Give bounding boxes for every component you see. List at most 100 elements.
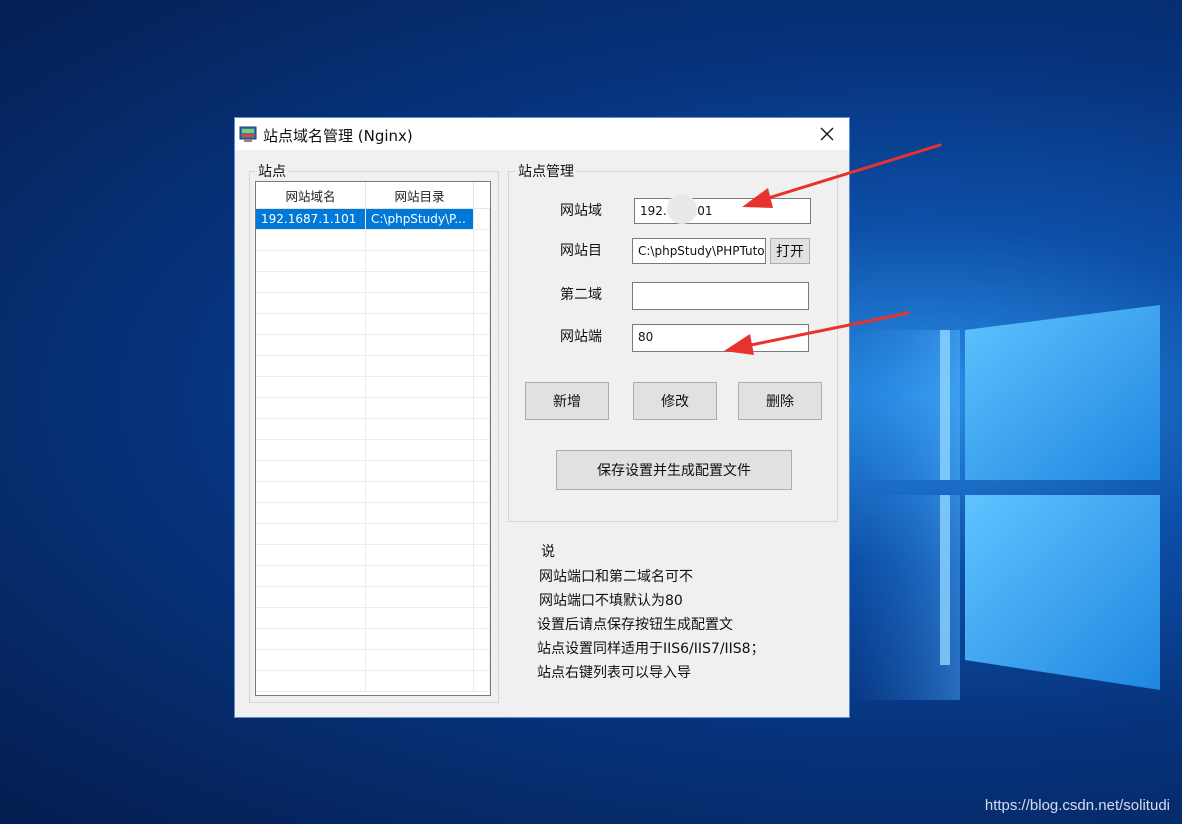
empty-cell bbox=[366, 335, 474, 355]
delete-button[interactable]: 删除 bbox=[738, 382, 822, 420]
domain-input[interactable]: 192.1 1.101 bbox=[634, 198, 811, 224]
empty-cell bbox=[474, 377, 490, 397]
note-line: 设置后请点保存按钮生成配置文 bbox=[537, 617, 733, 633]
watermark: https://blog.csdn.net/solitudi bbox=[984, 797, 1170, 814]
empty-cell bbox=[256, 587, 366, 607]
empty-table-row bbox=[256, 671, 490, 692]
empty-cell bbox=[366, 272, 474, 292]
empty-cell bbox=[256, 566, 366, 586]
empty-cell bbox=[474, 503, 490, 523]
empty-cell bbox=[474, 293, 490, 313]
empty-cell bbox=[474, 566, 490, 586]
empty-cell bbox=[256, 398, 366, 418]
empty-table-row bbox=[256, 419, 490, 440]
empty-cell bbox=[474, 545, 490, 565]
row-dir: C:\phpStudy\P... bbox=[366, 209, 474, 229]
sites-list[interactable]: 网站域名 网站目录 192.1687.1.101 C:\phpStudy\P..… bbox=[255, 181, 491, 696]
column-header-domain[interactable]: 网站域名 bbox=[256, 182, 366, 208]
empty-cell bbox=[256, 314, 366, 334]
empty-cell bbox=[366, 545, 474, 565]
redaction-blur bbox=[667, 194, 697, 224]
empty-cell bbox=[256, 335, 366, 355]
empty-cell bbox=[366, 419, 474, 439]
empty-table-row bbox=[256, 356, 490, 377]
empty-cell bbox=[256, 503, 366, 523]
empty-cell bbox=[474, 671, 490, 691]
empty-cell bbox=[474, 398, 490, 418]
empty-cell bbox=[474, 230, 490, 250]
table-row[interactable]: 192.1687.1.101 C:\phpStudy\P... bbox=[256, 209, 490, 230]
empty-cell bbox=[256, 419, 366, 439]
dir-input[interactable]: C:\phpStudy\PHPTutor bbox=[632, 238, 766, 264]
empty-cell bbox=[366, 293, 474, 313]
empty-table-row bbox=[256, 629, 490, 650]
open-button[interactable]: 打开 bbox=[770, 238, 810, 264]
empty-cell bbox=[256, 251, 366, 271]
save-generate-button[interactable]: 保存设置并生成配置文件 bbox=[556, 450, 792, 490]
empty-cell bbox=[474, 440, 490, 460]
empty-cell bbox=[256, 629, 366, 649]
empty-cell bbox=[366, 650, 474, 670]
row-domain: 192.1687.1.101 bbox=[256, 209, 366, 229]
empty-table-row bbox=[256, 461, 490, 482]
empty-cell bbox=[366, 566, 474, 586]
empty-table-row bbox=[256, 503, 490, 524]
site-manage-group-label: 站点管理 bbox=[515, 161, 577, 181]
empty-cell bbox=[474, 524, 490, 544]
empty-cell bbox=[256, 377, 366, 397]
empty-cell bbox=[256, 524, 366, 544]
close-icon bbox=[820, 127, 834, 141]
second-domain-label: 第二域 bbox=[560, 287, 602, 303]
empty-cell bbox=[366, 251, 474, 271]
empty-table-row bbox=[256, 272, 490, 293]
column-header-dir[interactable]: 网站目录 bbox=[366, 182, 474, 208]
empty-cell bbox=[366, 461, 474, 481]
empty-cell bbox=[474, 482, 490, 502]
empty-table-row bbox=[256, 650, 490, 671]
empty-cell bbox=[366, 671, 474, 691]
empty-table-row bbox=[256, 314, 490, 335]
empty-cell bbox=[366, 503, 474, 523]
empty-table-row bbox=[256, 251, 490, 272]
empty-cell bbox=[256, 650, 366, 670]
empty-table-row bbox=[256, 608, 490, 629]
empty-cell bbox=[256, 440, 366, 460]
empty-cell bbox=[366, 482, 474, 502]
empty-table-row bbox=[256, 293, 490, 314]
empty-cell bbox=[256, 482, 366, 502]
empty-table-row bbox=[256, 398, 490, 419]
second-domain-input[interactable] bbox=[632, 282, 809, 310]
note-line: 站点设置同样适用于IIS6/IIS7/IIS8； bbox=[537, 641, 765, 657]
close-button[interactable] bbox=[805, 118, 849, 150]
port-label: 网站端 bbox=[560, 329, 602, 345]
empty-cell bbox=[366, 587, 474, 607]
sites-group-label: 站点 bbox=[255, 161, 289, 181]
empty-table-row bbox=[256, 587, 490, 608]
empty-cell bbox=[366, 356, 474, 376]
window-title: 站点域名管理 (Nginx) bbox=[263, 127, 413, 145]
empty-table-row bbox=[256, 545, 490, 566]
empty-cell bbox=[366, 398, 474, 418]
empty-cell bbox=[474, 650, 490, 670]
dir-label: 网站目 bbox=[560, 243, 602, 259]
empty-cell bbox=[474, 587, 490, 607]
empty-cell bbox=[474, 419, 490, 439]
empty-cell bbox=[256, 272, 366, 292]
edit-button[interactable]: 修改 bbox=[633, 382, 717, 420]
empty-cell bbox=[256, 461, 366, 481]
title-bar[interactable]: 站点域名管理 (Nginx) bbox=[235, 118, 849, 150]
empty-cell bbox=[474, 251, 490, 271]
empty-table-row bbox=[256, 566, 490, 587]
empty-cell bbox=[474, 629, 490, 649]
empty-cell bbox=[366, 524, 474, 544]
note-line: 网站端口不填默认为80 bbox=[539, 593, 683, 609]
port-input[interactable]: 80 bbox=[632, 324, 809, 352]
notes-title: 说 bbox=[541, 544, 555, 560]
column-header-spacer bbox=[474, 182, 490, 208]
empty-cell bbox=[366, 440, 474, 460]
empty-cell bbox=[366, 230, 474, 250]
add-button[interactable]: 新增 bbox=[525, 382, 609, 420]
empty-cell bbox=[256, 293, 366, 313]
row-spacer bbox=[474, 209, 490, 229]
empty-rows bbox=[256, 230, 490, 692]
